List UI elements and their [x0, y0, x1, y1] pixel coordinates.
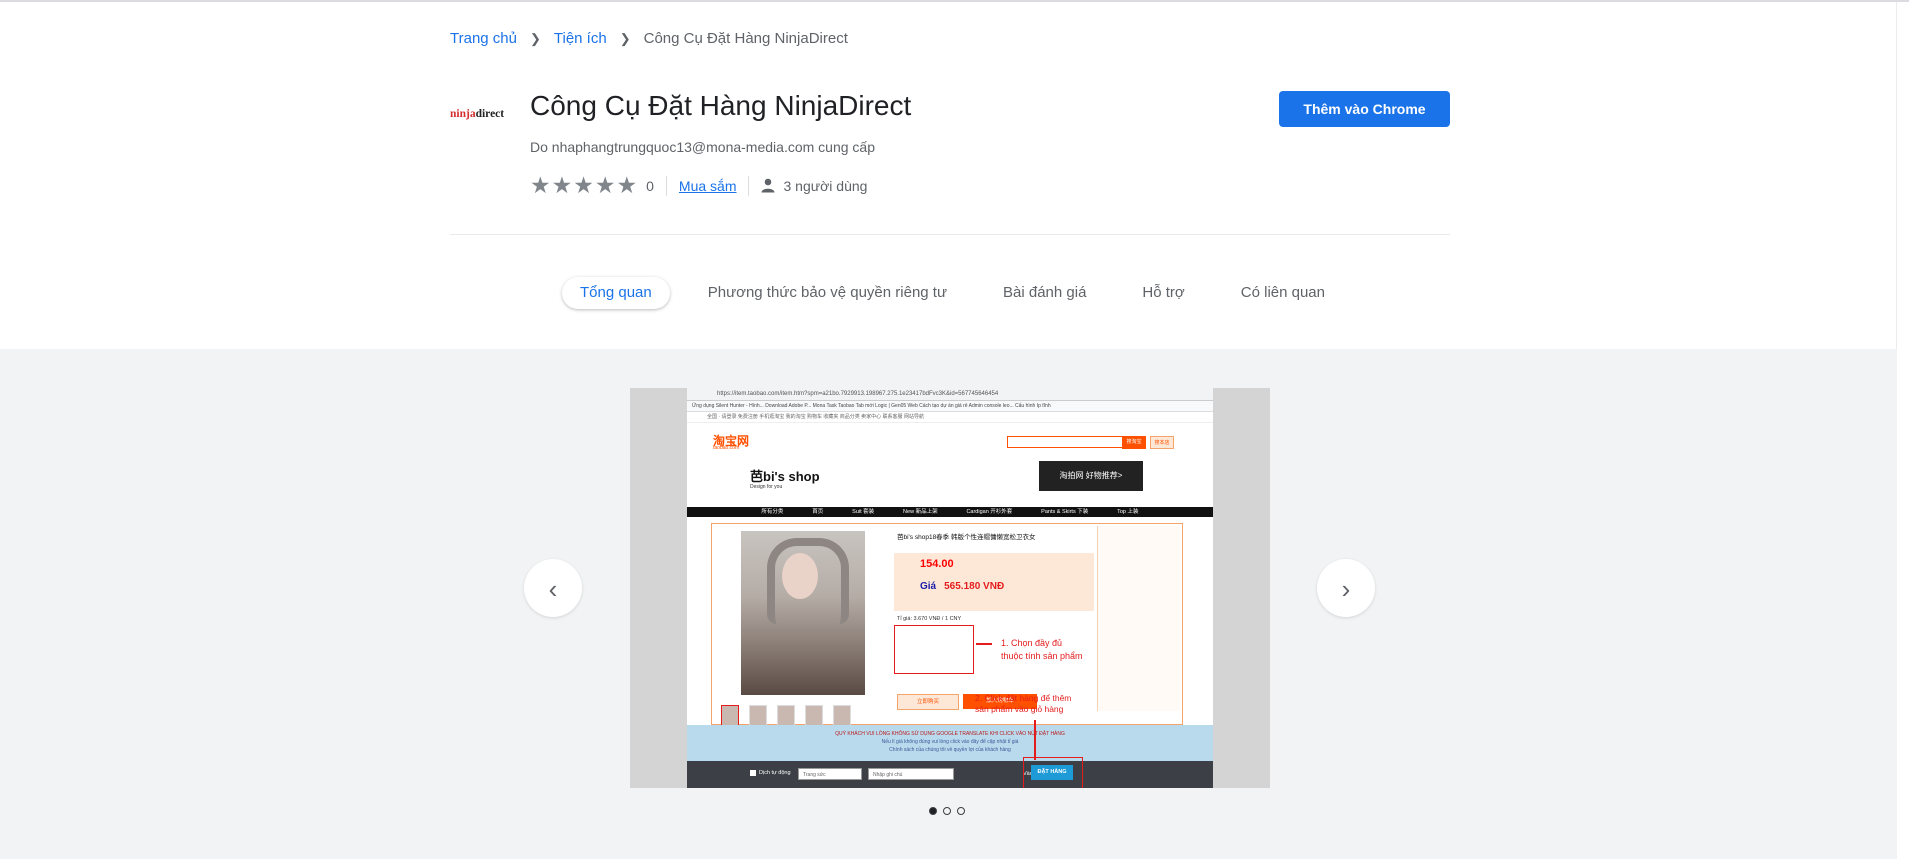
- annotation-step-1: 1. Chọn đầy đủ thuộc tính sản phẩm: [1001, 637, 1083, 663]
- attribute-highlight-box: [894, 625, 974, 674]
- product-thumbnail: [777, 705, 795, 727]
- auto-translate-label: Dịch tự động: [759, 770, 791, 776]
- pagination-dot-1[interactable]: [929, 807, 937, 815]
- note-input: Nhập ghi chú: [868, 768, 954, 780]
- chevron-right-icon: ›: [1341, 574, 1351, 604]
- user-count: 3 người dùng: [783, 177, 868, 194]
- gallery-pagination: [929, 807, 971, 815]
- exchange-rate: Tỉ giá: 3.670 VNĐ / 1 CNY: [897, 616, 962, 622]
- shop-side-panel: [1097, 526, 1180, 711]
- product-title: 芭bi's shop18春季 韩版个性连帽慵懒宽松卫衣女: [897, 534, 1036, 541]
- product-thumbnail: [805, 705, 823, 727]
- product-thumbnail: [833, 705, 851, 727]
- pagination-dot-3[interactable]: [957, 807, 965, 815]
- annotation-step-2-line-2: sản phẩm vào giỏ hàng: [975, 704, 1064, 714]
- extension-title: Công Cụ Đặt Hàng NinjaDirect: [530, 90, 912, 121]
- extension-logo: ninjadirect: [450, 108, 510, 130]
- page-scrollbar[interactable]: [1896, 2, 1909, 859]
- shop-menu-item: 首页: [812, 509, 824, 515]
- product-thumbnails: [721, 705, 861, 727]
- screenshot-browser: https://item.taobao.com/item.htm?spm=a21…: [687, 388, 1213, 788]
- product-thumbnail: [749, 705, 767, 727]
- gallery-prev-button[interactable]: ‹: [524, 559, 582, 617]
- tab-related[interactable]: Có liên quan: [1223, 277, 1343, 309]
- price-cny: 154.00: [920, 558, 954, 570]
- shop-name: 芭bi's shop: [750, 469, 820, 484]
- annotation-step-1-line-1: 1. Chọn đầy đủ: [1001, 638, 1063, 648]
- notice-banner: QUÝ KHÁCH VUI LÒNG KHÔNG SỬ DỤNG GOOGLE …: [687, 725, 1213, 761]
- annotation-step-2: 2. Click đặt hàng để thêm sản phẩm vào gi…: [975, 693, 1071, 715]
- meta-divider: [665, 175, 667, 196]
- notice-line-1: QUÝ KHÁCH VUI LÒNG KHÔNG SỬ DỤNG GOOGLE …: [835, 731, 1065, 737]
- annotation-arrow: [976, 643, 992, 645]
- category-select: Trang sức: [798, 768, 862, 780]
- shop-menu: 所有分类 首页 Suit 套装 New 新品上架 Cardigan 开衫外套 P…: [687, 507, 1213, 517]
- rating-count: 0: [646, 177, 654, 194]
- gallery-screenshot: https://item.taobao.com/item.htm?spm=a21…: [630, 388, 1270, 788]
- shop-menu-item: Suit 套装: [852, 509, 875, 515]
- breadcrumb-home-link[interactable]: Trang chủ: [450, 30, 517, 47]
- product-thumbnail: [721, 705, 739, 727]
- notice-line-2: Nếu lí giá không đúng vui lòng click vào…: [881, 739, 1019, 745]
- order-toolbar: Dịch tự động Trang sức Nhập ghi chú Vào …: [687, 761, 1213, 788]
- tab-privacy[interactable]: Phương thức bảo vệ quyền riêng tư: [690, 277, 965, 309]
- order-button: ĐẶT HÀNG: [1031, 765, 1073, 780]
- buy-now-button: 立即购买: [897, 694, 959, 710]
- rating-stars[interactable]: ★★★★★: [530, 172, 638, 199]
- notice-line-3: Chính sách của chúng tôi về quyền lợi củ…: [889, 747, 1011, 753]
- breadcrumb-extensions-link[interactable]: Tiện ích: [554, 30, 607, 47]
- shop-menu-item: Top 上装: [1117, 509, 1139, 515]
- top-border: [0, 0, 1909, 2]
- gallery-next-button[interactable]: ›: [1317, 559, 1375, 617]
- logo-text-direct: direct: [475, 108, 505, 120]
- shop-menu-item: Pants & Skirts 下装: [1041, 509, 1089, 515]
- tab-support[interactable]: Hỗ trợ: [1124, 277, 1202, 309]
- meta-divider: [748, 175, 750, 196]
- annotation-step-2-line-1: 2. Click đặt hàng để thêm: [975, 693, 1072, 703]
- tab-bar: Tổng quan Phương thức bảo vệ quyền riêng…: [562, 277, 1343, 309]
- taobao-shop-search-button: 搜本店: [1150, 436, 1174, 449]
- taobao-search-button: 搜淘宝: [1122, 436, 1146, 449]
- breadcrumb-current: Công Cụ Đặt Hàng NinjaDirect: [643, 30, 848, 47]
- extension-meta: ★★★★★ 0 Mua sắm 3 người dùng: [530, 172, 867, 199]
- screenshot-topnav: 全国 · 请登录 免费注册 手机逛淘宝 我的淘宝 购物车 收藏夹 商品分类 卖家…: [687, 412, 1213, 423]
- shop-menu-item: 所有分类: [761, 509, 784, 515]
- taobao-search-box: [1007, 436, 1124, 448]
- product-photo-face: [782, 553, 818, 599]
- breadcrumb: Trang chủ ❯ Tiện ích ❯ Công Cụ Đặt Hàng …: [450, 30, 848, 47]
- auto-translate-checkbox: [750, 770, 756, 776]
- logo-text-ninja: ninja: [450, 108, 476, 120]
- chevron-right-icon: ❯: [619, 30, 631, 46]
- chevron-right-icon: ❯: [529, 30, 541, 46]
- tab-reviews[interactable]: Bài đánh giá: [985, 277, 1104, 309]
- add-to-chrome-button[interactable]: Thêm vào Chrome: [1279, 91, 1450, 127]
- price-vnd: 565.180 VNĐ: [944, 581, 1005, 592]
- shop-ad-banner: 淘拍网 好物推荐>: [1039, 461, 1143, 491]
- taobao-domain: taobao.com: [713, 445, 740, 451]
- header-divider: [450, 234, 1450, 235]
- shop-slogan: Design for you: [750, 484, 783, 490]
- shop-menu-item: New 新品上架: [903, 509, 938, 515]
- tab-overview[interactable]: Tổng quan: [562, 277, 670, 309]
- price-vnd-row: Giá 565.180 VNĐ: [920, 581, 1004, 592]
- screenshot-bookmarks: Ứng dụng Silent Hunter - Hình... Downloa…: [687, 401, 1213, 412]
- category-link[interactable]: Mua sắm: [679, 178, 737, 194]
- extension-author: Do nhaphangtrungquoc13@mona-media.com cu…: [530, 139, 875, 155]
- chevron-left-icon: ‹: [548, 574, 558, 604]
- annotation-arrow: [1034, 720, 1036, 760]
- pagination-dot-2[interactable]: [943, 807, 951, 815]
- annotation-step-1-line-2: thuộc tính sản phẩm: [1001, 651, 1083, 661]
- shop-menu-item: Cardigan 开衫外套: [966, 509, 1013, 515]
- user-icon: [761, 178, 775, 193]
- screenshot-url-bar: https://item.taobao.com/item.htm?spm=a21…: [687, 388, 1213, 401]
- price-label: Giá: [920, 581, 937, 592]
